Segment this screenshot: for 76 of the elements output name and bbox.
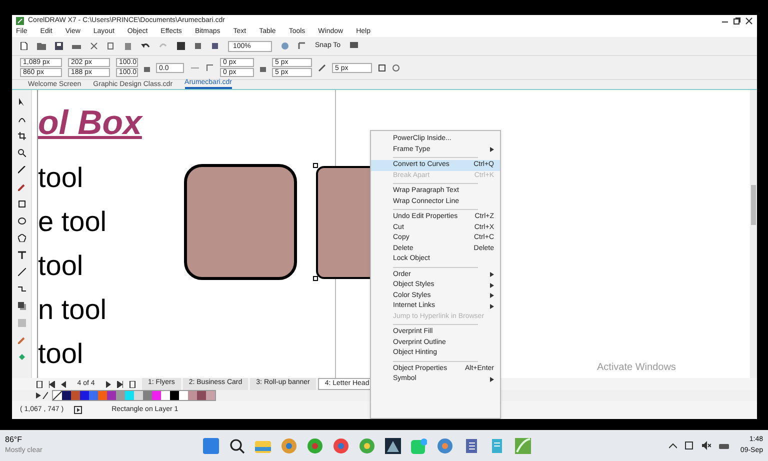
browser-icon[interactable] xyxy=(333,438,349,454)
canvas-text: tool xyxy=(38,338,84,370)
submenu-arrow-icon xyxy=(490,376,494,382)
color-swatch[interactable] xyxy=(107,391,116,400)
color-swatch[interactable] xyxy=(80,391,89,400)
color-swatch[interactable] xyxy=(71,391,80,400)
ellipse-icon[interactable] xyxy=(18,217,26,225)
color-swatch[interactable] xyxy=(89,391,98,400)
rectangle-icon[interactable] xyxy=(18,200,26,208)
shape-tool-icon[interactable] xyxy=(18,115,26,123)
chevron-up-icon[interactable] xyxy=(669,442,677,448)
restore-icon[interactable] xyxy=(733,17,741,25)
pointer-icon[interactable] xyxy=(18,98,26,106)
leaf-app-icon[interactable] xyxy=(515,438,531,454)
color-swatch[interactable] xyxy=(179,391,188,400)
fill-picker-icon[interactable] xyxy=(36,392,48,399)
color-swatch[interactable] xyxy=(161,391,170,400)
close-icon[interactable] xyxy=(745,17,753,25)
save-icon[interactable] xyxy=(55,42,63,50)
add-page-icon[interactable] xyxy=(129,380,136,388)
submenu-arrow-icon xyxy=(490,147,494,152)
color-swatch[interactable] xyxy=(152,391,161,400)
color-swatch[interactable] xyxy=(143,391,152,400)
browser-icon[interactable] xyxy=(307,438,323,454)
scrollbar-thumb[interactable] xyxy=(751,185,756,225)
canvas-text: tool xyxy=(38,162,84,194)
speaker-muted-icon[interactable] xyxy=(702,441,711,450)
play-icon[interactable] xyxy=(74,406,82,414)
polygon-icon[interactable] xyxy=(18,234,26,242)
start-icon[interactable] xyxy=(203,438,219,454)
copy-icon[interactable] xyxy=(107,42,115,50)
undo-icon[interactable] xyxy=(141,42,150,50)
color-swatch[interactable] xyxy=(206,391,215,400)
color-swatch[interactable] xyxy=(116,391,125,400)
connector-icon[interactable] xyxy=(18,285,26,293)
brush-icon[interactable] xyxy=(18,183,26,191)
color-swatch[interactable] xyxy=(197,391,206,400)
color-swatch[interactable] xyxy=(188,391,197,400)
document-app-icon[interactable] xyxy=(463,438,479,454)
new-document-icon[interactable] xyxy=(20,42,28,50)
cut-icon[interactable] xyxy=(90,42,98,50)
rulers-icon[interactable] xyxy=(298,42,306,50)
crop-icon[interactable] xyxy=(18,132,26,140)
search-icon[interactable] xyxy=(229,438,245,454)
add-page-icon[interactable] xyxy=(36,380,43,388)
browser-icon[interactable] xyxy=(437,438,453,454)
first-page-icon[interactable] xyxy=(49,380,55,388)
pen-icon[interactable] xyxy=(318,64,326,72)
corner-icon[interactable] xyxy=(206,64,214,72)
temperature: 86°F xyxy=(5,434,23,446)
no-color-swatch[interactable] xyxy=(53,391,62,400)
mountain-app-icon[interactable] xyxy=(385,438,401,454)
browser-icon[interactable] xyxy=(281,438,297,454)
canvas-text: n tool xyxy=(38,294,106,326)
open-folder-icon[interactable] xyxy=(37,42,46,50)
selection-handle[interactable] xyxy=(313,276,318,281)
next-page-icon[interactable] xyxy=(106,380,111,388)
canvas-heading: ol Box xyxy=(38,106,142,140)
canvas-text: tool xyxy=(38,250,84,282)
zoom-icon[interactable] xyxy=(18,149,26,157)
shadow-icon[interactable] xyxy=(18,302,26,310)
canvas-text: e tool xyxy=(38,206,106,238)
previous-page-icon[interactable] xyxy=(61,380,66,388)
color-swatch[interactable] xyxy=(125,391,134,400)
activate-windows-text: Activate Windows xyxy=(597,361,676,375)
last-page-icon[interactable] xyxy=(117,380,123,388)
line-icon[interactable] xyxy=(18,268,26,276)
selection-handle[interactable] xyxy=(313,163,318,168)
color-swatch[interactable] xyxy=(98,391,107,400)
eyedropper-icon[interactable] xyxy=(18,336,26,344)
color-swatch[interactable] xyxy=(134,391,143,400)
freehand-icon[interactable] xyxy=(18,166,26,174)
color-swatch[interactable] xyxy=(170,391,179,400)
fill-icon[interactable] xyxy=(18,353,26,361)
text-tool-icon[interactable] xyxy=(18,251,26,259)
color-swatch[interactable] xyxy=(62,391,71,400)
